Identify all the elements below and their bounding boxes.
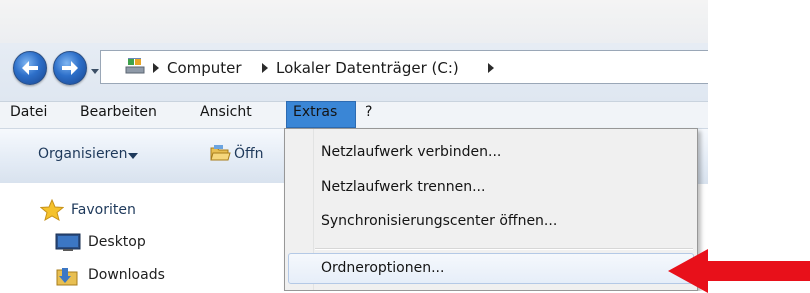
menu-item-disconnect-network-drive[interactable]: Netzlaufwerk trennen...: [321, 179, 485, 195]
menu-bearbeiten[interactable]: Bearbeiten: [80, 104, 157, 120]
menu-item-sync-center[interactable]: Synchronisierungscenter öffnen...: [321, 213, 557, 229]
menu-item-map-network-drive[interactable]: Netzlaufwerk verbinden...: [321, 144, 501, 160]
explorer-window: Computer Lokaler Datenträger (C:) Datei …: [0, 0, 708, 291]
forward-icon: [62, 61, 78, 75]
nav-desktop[interactable]: Desktop: [88, 234, 146, 250]
downloads-icon: [55, 265, 81, 291]
star-icon: [39, 198, 65, 225]
breadcrumb-local-drive[interactable]: Lokaler Datenträger (C:): [276, 59, 459, 77]
title-area: [0, 0, 708, 43]
menu-ansicht[interactable]: Ansicht: [200, 104, 252, 120]
chevron-down-icon[interactable]: [128, 153, 138, 159]
annotation-arrow-icon: [668, 249, 810, 293]
organize-button[interactable]: Organisieren: [38, 146, 128, 162]
breadcrumb-separator-icon[interactable]: [153, 63, 159, 73]
menu-datei[interactable]: Datei: [10, 104, 47, 120]
breadcrumb-computer[interactable]: Computer: [167, 59, 242, 77]
open-button[interactable]: Öffn: [234, 146, 264, 162]
menu-help[interactable]: ?: [365, 104, 372, 120]
menu-separator: [315, 248, 693, 250]
breadcrumb-separator-icon[interactable]: [488, 63, 494, 73]
menu-item-folder-options[interactable]: Ordneroptionen...: [321, 260, 444, 276]
back-button[interactable]: [13, 51, 47, 85]
nav-downloads[interactable]: Downloads: [88, 267, 165, 283]
back-icon: [22, 61, 38, 75]
nav-favorites[interactable]: Favoriten: [71, 202, 136, 218]
extras-menu: Netzlaufwerk verbinden... Netzlaufwerk t…: [284, 128, 698, 291]
breadcrumb-separator-icon[interactable]: [262, 63, 268, 73]
drive-icon: [124, 56, 146, 80]
forward-button[interactable]: [53, 51, 87, 85]
menu-extras[interactable]: Extras: [293, 104, 337, 120]
open-folder-icon: [209, 143, 231, 167]
desktop-icon: [55, 232, 81, 256]
